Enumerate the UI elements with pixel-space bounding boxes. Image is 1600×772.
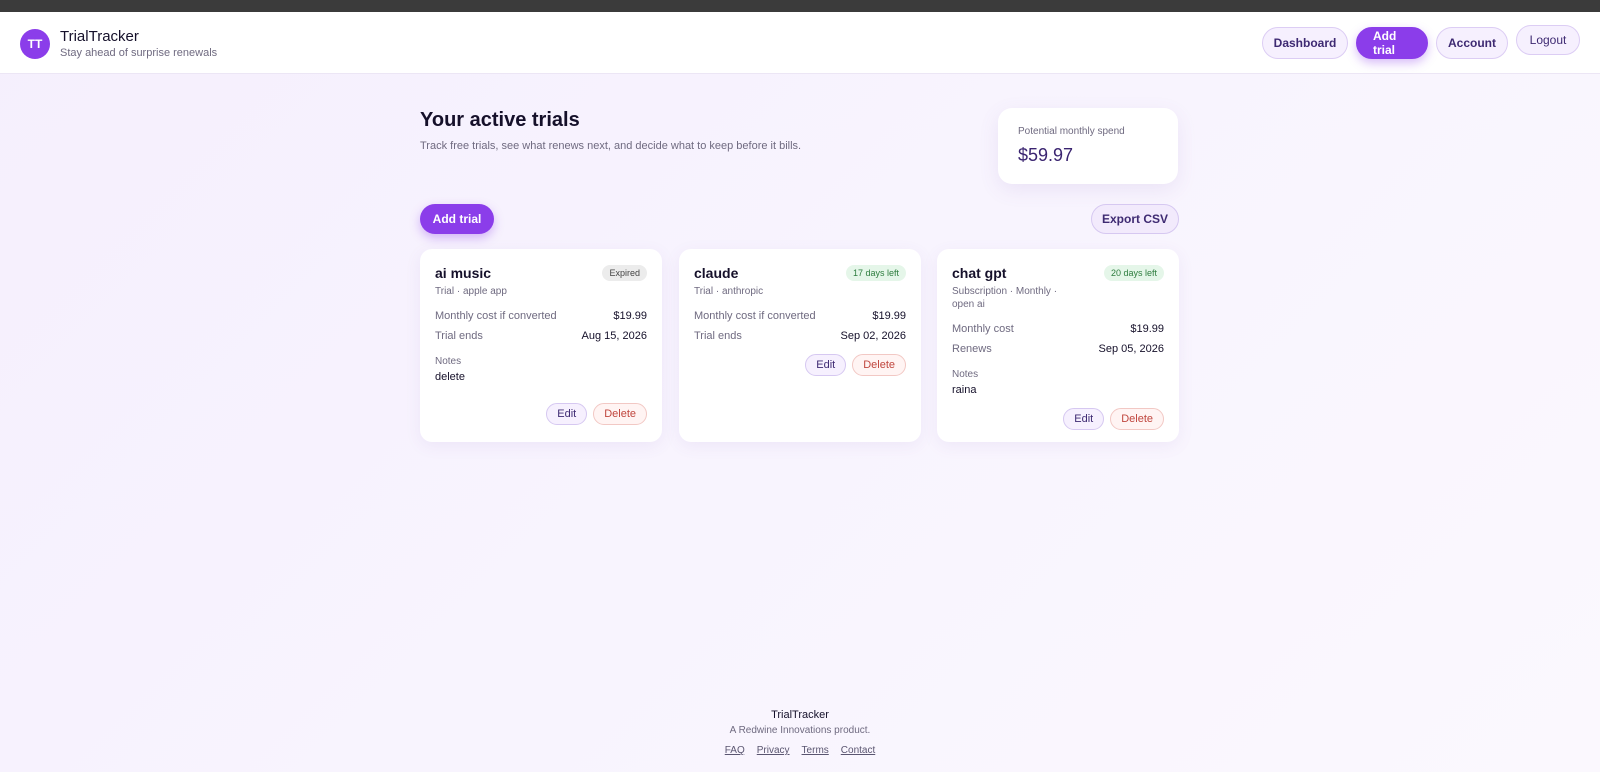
notes-label: Notes (952, 369, 979, 380)
trial-card: chat gpt 20 days left Subscription · Mon… (937, 249, 1179, 442)
trial-name: claude (694, 265, 739, 281)
monthly-spend-card: Potential monthly spend $59.97 (998, 108, 1178, 184)
spend-label: Potential monthly spend (1018, 126, 1125, 137)
trial-card: claude 17 days left Trial · anthropic Mo… (679, 249, 921, 442)
browser-chrome-strip (0, 0, 1600, 12)
edit-button[interactable]: Edit (546, 403, 588, 425)
date-label: Renews (952, 343, 992, 355)
delete-button[interactable]: Delete (1110, 408, 1164, 430)
brand[interactable]: TT TrialTracker Stay ahead of surprise r… (20, 28, 217, 60)
card-actions: Edit Delete (952, 408, 1164, 430)
page-subtitle: Track free trials, see what renews next,… (420, 140, 802, 152)
footer-links: FAQ Privacy Terms Contact (0, 745, 1600, 756)
logo-avatar: TT (20, 29, 50, 59)
cost-label: Monthly cost if converted (694, 310, 816, 322)
trial-name: chat gpt (952, 265, 1007, 281)
date-row: Renews Sep 05, 2026 (952, 343, 1164, 355)
status-badge: Expired (602, 265, 647, 281)
cost-label: Monthly cost (952, 323, 1014, 335)
trial-meta-line: Subscription · Monthly · (952, 286, 1058, 297)
cost-label: Monthly cost if converted (435, 310, 557, 322)
card-actions: Edit Delete (694, 354, 906, 376)
spend-value: $59.97 (1018, 145, 1074, 165)
delete-button[interactable]: Delete (593, 403, 647, 425)
top-navigation-bar: TT TrialTracker Stay ahead of surprise r… (0, 12, 1600, 74)
cost-value: $19.99 (872, 310, 906, 322)
add-trial-button[interactable]: Add trial (420, 204, 494, 234)
cost-row: Monthly cost $19.99 (952, 323, 1164, 335)
nav-add-trial-button[interactable]: Add trial (1356, 27, 1428, 59)
status-badge: 20 days left (1103, 265, 1164, 281)
date-value: Sep 02, 2026 (840, 330, 906, 342)
main-nav: Dashboard Add trial Account Logout (1262, 25, 1580, 59)
trial-meta: Trial · apple app (435, 286, 507, 297)
page-title: Your active trials (420, 109, 580, 131)
footer-link-contact[interactable]: Contact (841, 745, 875, 756)
footer-app-name: TrialTracker (771, 709, 829, 721)
cost-row: Monthly cost if converted $19.99 (435, 310, 647, 322)
notes-label: Notes (435, 356, 462, 367)
card-actions: Edit Delete (435, 403, 647, 425)
edit-button[interactable]: Edit (805, 354, 847, 376)
date-value: Sep 05, 2026 (1098, 343, 1164, 355)
trial-name: ai music (435, 265, 492, 281)
date-value: Aug 15, 2026 (581, 330, 647, 342)
cost-row: Monthly cost if converted $19.99 (694, 310, 906, 322)
trial-meta: Subscription · Monthly · open ai (952, 285, 1164, 311)
footer-link-terms[interactable]: Terms (802, 745, 829, 756)
app-tagline: Stay ahead of surprise renewals (60, 47, 218, 59)
delete-button[interactable]: Delete (852, 354, 906, 376)
cost-value: $19.99 (1130, 323, 1164, 335)
footer-tagline: A Redwine Innovations product. (729, 725, 871, 736)
status-badge: 17 days left (845, 265, 906, 281)
date-row: Trial ends Sep 02, 2026 (694, 330, 906, 342)
notes-value: delete (435, 371, 465, 383)
brand-text: TrialTracker Stay ahead of surprise rene… (60, 28, 217, 60)
footer: TrialTracker A Redwine Innovations produ… (0, 709, 1600, 756)
date-label: Trial ends (694, 330, 742, 342)
edit-button[interactable]: Edit (1063, 408, 1105, 430)
nav-logout-button[interactable]: Logout (1516, 25, 1580, 55)
trial-card: ai music Expired Trial · apple app Month… (420, 249, 662, 442)
footer-link-privacy[interactable]: Privacy (757, 745, 790, 756)
date-label: Trial ends (435, 330, 483, 342)
app-name: TrialTracker (60, 28, 139, 45)
export-csv-button[interactable]: Export CSV (1091, 204, 1179, 234)
date-row: Trial ends Aug 15, 2026 (435, 330, 647, 342)
trial-meta-line: open ai (952, 299, 985, 310)
footer-link-faq[interactable]: FAQ (725, 745, 745, 756)
notes-value: raina (952, 384, 977, 396)
trial-meta: Trial · anthropic (694, 286, 764, 297)
nav-dashboard-button[interactable]: Dashboard (1262, 27, 1348, 59)
cost-value: $19.99 (613, 310, 647, 322)
nav-account-button[interactable]: Account (1436, 27, 1508, 59)
